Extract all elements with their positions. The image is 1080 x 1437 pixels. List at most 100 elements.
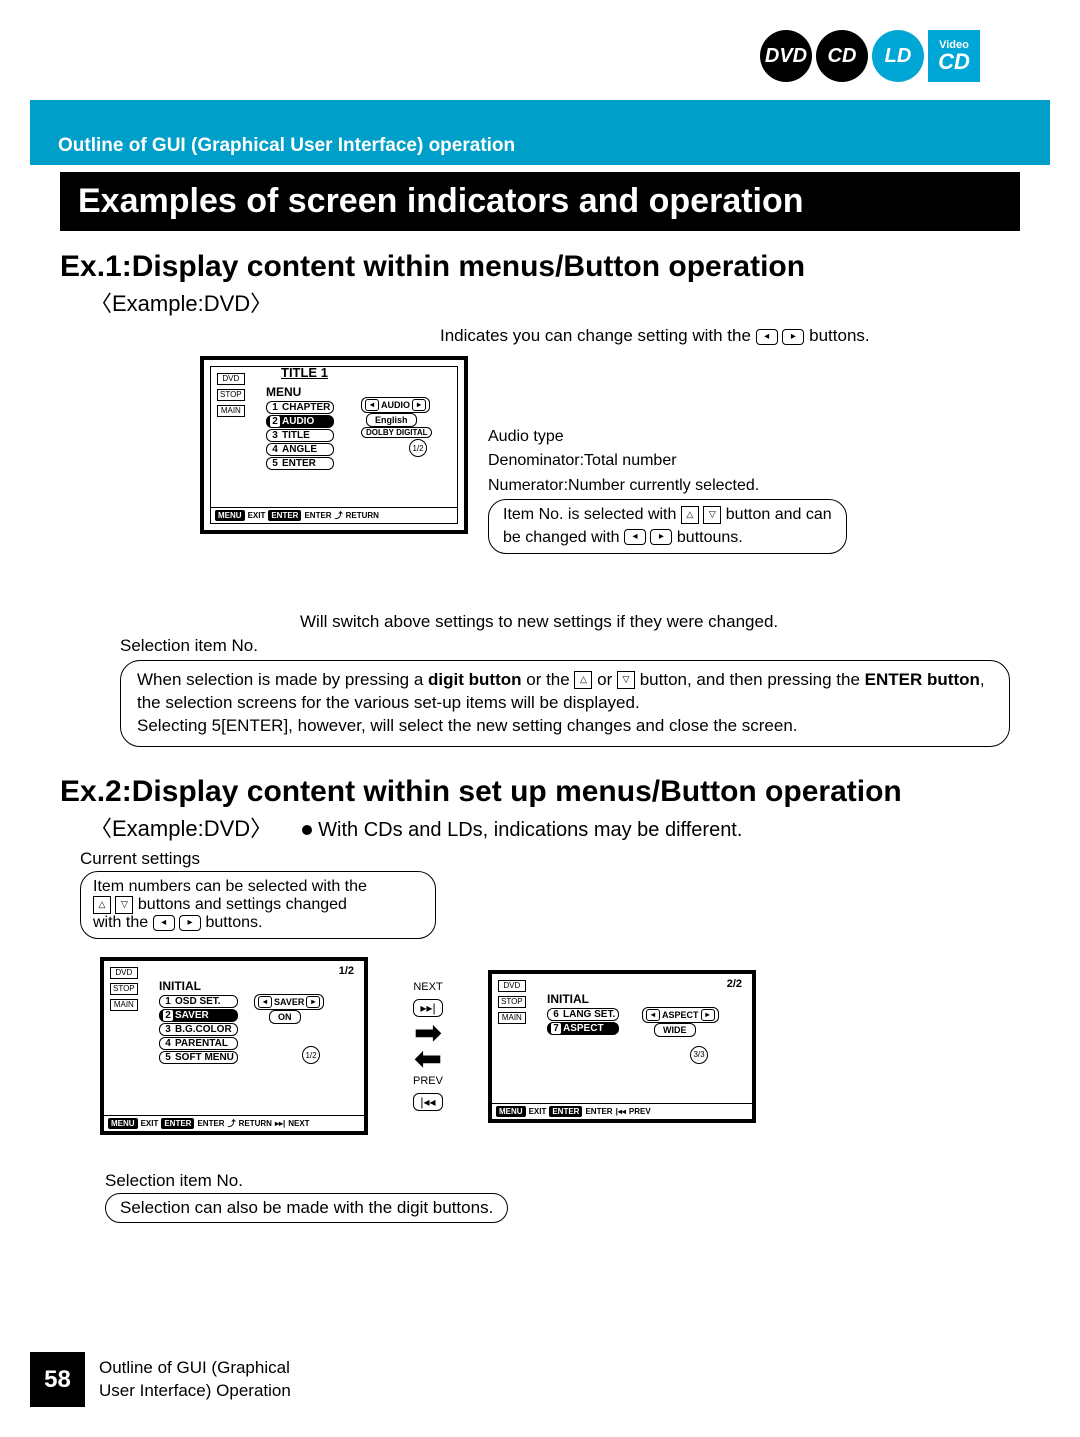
page-title: Examples of screen indicators and operat… xyxy=(60,172,1020,231)
ex1-heading: Ex.1:Display content within menus/Button… xyxy=(60,250,1020,284)
menu-item[interactable]: 6LANG SET. xyxy=(547,1008,619,1021)
callout-audio: Audio type xyxy=(488,426,847,448)
right-arrow-icon[interactable]: ▸ xyxy=(306,996,320,1008)
prev-button-icon: |◂◂ xyxy=(413,1093,442,1111)
cs-box: Item numbers can be selected with the △ … xyxy=(80,871,436,939)
right-arrow-icon[interactable]: ▸ xyxy=(701,1009,715,1021)
callout-numer: Numerator:Number currently selected. xyxy=(488,475,847,497)
page-footer: 58 Outline of GUI (Graphical User Interf… xyxy=(30,1352,291,1407)
mid-arrows: NEXT ▸▸| ➡ ⬅ PREV |◂◂ xyxy=(368,981,488,1112)
right-arrow-icon[interactable]: ▸ xyxy=(412,399,426,411)
menu-item[interactable]: 7ASPECT xyxy=(547,1022,619,1035)
menu-item[interactable]: 4PARENTAL xyxy=(159,1037,238,1050)
ex1-callouts: Audio type Denominator:Total number Nume… xyxy=(488,356,847,554)
menu-item[interactable]: 4ANGLE xyxy=(266,443,334,456)
enter-tag: ENTER xyxy=(268,510,301,521)
menu-item[interactable]: 5ENTER xyxy=(266,457,334,470)
menu-item[interactable]: 2AUDIO xyxy=(266,415,334,428)
cs-label: Current settings xyxy=(80,849,1020,869)
fraction-indicator: 1/2 xyxy=(409,439,427,457)
vcd-logo: Video CD xyxy=(928,30,980,82)
menu-column: INITIAL 1OSD SET. 2SAVER 3B.G.COLOR 4PAR… xyxy=(159,979,238,1065)
menu-header: INITIAL xyxy=(159,979,238,993)
menu-item[interactable]: 3TITLE xyxy=(266,429,334,442)
right-arrow-icon: ▸ xyxy=(179,915,201,931)
menu-item[interactable]: 1CHAPTER xyxy=(266,401,334,414)
return-icon: ⤴ xyxy=(335,510,343,521)
right-arrow-icon: ▸ xyxy=(650,529,672,545)
ld-logo: LD xyxy=(872,30,924,82)
left-arrow-icon: ◂ xyxy=(756,329,778,345)
ex1-screen: TITLE 1 DVD STOP MAIN MENU 1CHAPTER 2AUD… xyxy=(200,356,468,534)
dolby-label: DOLBY DIGITAL xyxy=(361,427,432,438)
down-arrow-icon: ▽ xyxy=(617,671,635,689)
option-selector[interactable]: ◂ ASPECT ▸ xyxy=(642,1007,719,1023)
audio-value: English xyxy=(366,413,417,427)
breadcrumb: Outline of GUI (Graphical User Interface… xyxy=(58,135,515,157)
up-arrow-icon: △ xyxy=(93,896,111,914)
switch-note: Will switch above settings to new settin… xyxy=(300,612,1020,632)
side-icons: DVD STOP MAIN xyxy=(110,967,138,1011)
dvd-logo: DVD xyxy=(760,30,812,82)
menu-item[interactable]: 1OSD SET. xyxy=(159,995,238,1008)
page-indicator: 2/2 xyxy=(727,978,742,990)
menu-column: INITIAL 6LANG SET. 7ASPECT xyxy=(547,992,619,1036)
down-arrow-icon: ▽ xyxy=(115,896,133,914)
ex2-screen2: 2/2 DVD STOP MAIN INITIAL 6LANG SET. 7AS… xyxy=(488,970,756,1123)
prev-label: PREV xyxy=(413,1075,443,1087)
audio-selector[interactable]: ◂ AUDIO ▸ xyxy=(361,397,430,413)
sel-label2: Selection item No. xyxy=(105,1171,1020,1191)
ex1-topnote: Indicates you can change setting with th… xyxy=(440,326,1020,346)
up-arrow-icon: △ xyxy=(574,671,592,689)
screen-footer: MENU EXIT ENTER ENTER ⤴ RETURN xyxy=(211,507,457,523)
cd-logo: CD xyxy=(816,30,868,82)
screen-footer: MENU EXIT ENTER ENTER ⤴ RETURN ▸▸| NEXT xyxy=(104,1115,364,1131)
vcd-bottom: CD xyxy=(938,51,970,73)
next-icon: ▸▸| xyxy=(275,1119,285,1128)
menu-item[interactable]: 2SAVER xyxy=(159,1009,238,1022)
ex1-bigbox: When selection is made by pressing a dig… xyxy=(120,660,1010,747)
return-icon: ⤴ xyxy=(228,1118,236,1129)
menu-item[interactable]: 5SOFT MENU xyxy=(159,1051,238,1064)
callout-itemno: Item No. is selected with △ ▽ button and… xyxy=(488,499,847,554)
ex2-sub: 〈Example:DVD〉 xyxy=(90,811,272,843)
right-arrow-icon: ▸ xyxy=(782,329,804,345)
menu-item[interactable]: 3B.G.COLOR xyxy=(159,1023,238,1036)
disc-logos: DVD CD LD Video CD xyxy=(760,30,980,82)
ex2-screen1: 1/2 DVD STOP MAIN INITIAL 1OSD SET. 2SAV… xyxy=(100,957,368,1135)
menu-column: MENU 1CHAPTER 2AUDIO 3TITLE 4ANGLE 5ENTE… xyxy=(266,385,334,471)
menu-header: MENU xyxy=(266,385,334,399)
option-value: ON xyxy=(269,1010,301,1024)
page-number: 58 xyxy=(30,1352,85,1407)
screen-title: TITLE 1 xyxy=(281,365,328,380)
left-arrow-icon: ◂ xyxy=(624,529,646,545)
callout-denom: Denominator:Total number xyxy=(488,450,847,472)
side-stop: STOP xyxy=(217,389,245,401)
fraction-indicator: 1/2 xyxy=(302,1046,320,1064)
left-arrow-icon[interactable]: ◂ xyxy=(365,399,379,411)
page-indicator: 1/2 xyxy=(339,965,354,977)
side-dvd: DVD xyxy=(217,373,245,385)
topnote-a: Indicates you can change setting with th… xyxy=(440,326,751,345)
up-arrow-icon: △ xyxy=(681,506,699,524)
ex2-bullet: With CDs and LDs, indications may be dif… xyxy=(302,819,742,842)
down-arrow-icon: ▽ xyxy=(703,506,721,524)
prev-icon: |◂◂ xyxy=(616,1107,626,1116)
sel-label: Selection item No. xyxy=(120,636,1020,656)
left-arrow-icon[interactable]: ◂ xyxy=(646,1009,660,1021)
left-arrow-icon[interactable]: ◂ xyxy=(258,996,272,1008)
menu-tag: MENU xyxy=(215,510,245,521)
option-value: WIDE xyxy=(654,1023,696,1037)
next-label: NEXT xyxy=(413,981,442,993)
left-arrow-icon: ◂ xyxy=(153,915,175,931)
side-main: MAIN xyxy=(217,405,245,417)
side-icons: DVD STOP MAIN xyxy=(498,980,526,1024)
fraction-indicator: 3/3 xyxy=(690,1046,708,1064)
ex1-sub: 〈Example:DVD〉 xyxy=(90,286,1020,318)
bullet-icon xyxy=(302,825,312,835)
breadcrumb-bar: Outline of GUI (Graphical User Interface… xyxy=(30,100,1050,165)
footer-text: Outline of GUI (Graphical User Interface… xyxy=(99,1357,291,1401)
menu-header: INITIAL xyxy=(547,992,619,1006)
digit-box: Selection can also be made with the digi… xyxy=(105,1193,508,1223)
option-selector[interactable]: ◂ SAVER ▸ xyxy=(254,994,324,1010)
